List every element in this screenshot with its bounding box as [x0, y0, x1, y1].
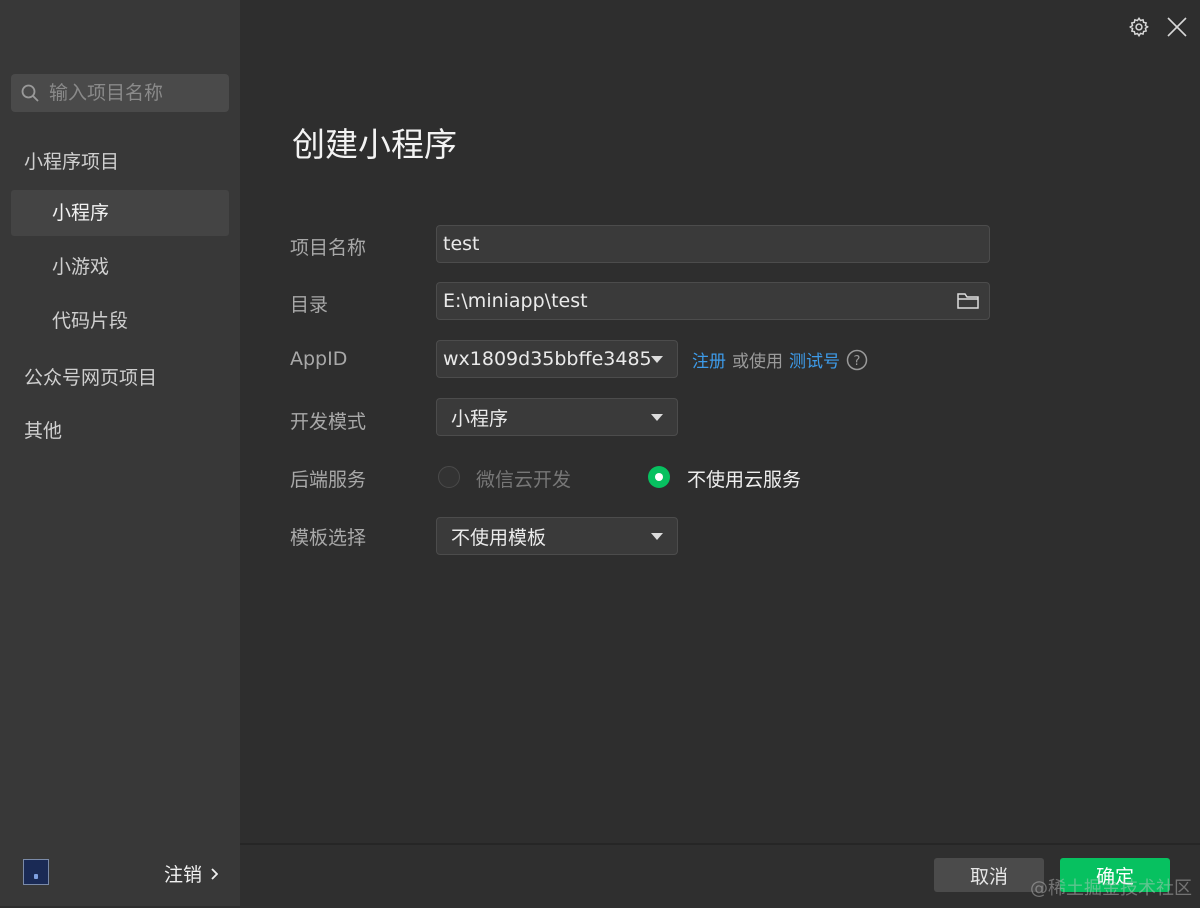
- test-account-link[interactable]: 测试号: [789, 347, 840, 372]
- radio-no-cloud-label: 不使用云服务: [687, 469, 802, 491]
- project-name-value: test: [443, 233, 480, 255]
- sidebar-group-miniprogram[interactable]: 小程序项目: [24, 147, 119, 174]
- cancel-button[interactable]: 取消: [934, 858, 1044, 892]
- sidebar-group-official-account[interactable]: 公众号网页项目: [24, 363, 157, 390]
- radio-wechat-cloud[interactable]: [438, 466, 460, 488]
- sidebar-item-label: 代码片段: [52, 310, 129, 332]
- page-title: 创建小程序: [292, 125, 457, 164]
- search-box[interactable]: [11, 74, 229, 112]
- directory-input[interactable]: E:\miniapp\test: [436, 282, 990, 320]
- radio-wechat-cloud-label: 微信云开发: [476, 469, 572, 491]
- directory-value: E:\miniapp\test: [443, 290, 588, 312]
- backend-label: 后端服务: [290, 469, 367, 491]
- close-icon[interactable]: [1166, 16, 1188, 38]
- sidebar: 小程序项目 小程序 小游戏 代码片段 公众号网页项目 其他 注销: [0, 0, 240, 906]
- sidebar-item-label: 小游戏: [52, 256, 110, 278]
- dev-mode-label: 开发模式: [290, 411, 367, 433]
- project-name-input[interactable]: test: [436, 225, 990, 263]
- search-input[interactable]: [47, 81, 221, 105]
- dev-mode-select[interactable]: 小程序: [436, 398, 678, 436]
- cancel-label: 取消: [969, 865, 1008, 888]
- chevron-right-icon: [211, 867, 219, 880]
- logout-button[interactable]: 注销: [164, 860, 219, 887]
- folder-icon[interactable]: [957, 292, 979, 310]
- avatar[interactable]: [23, 859, 49, 885]
- help-icon[interactable]: ?: [846, 349, 868, 371]
- sidebar-group-other[interactable]: 其他: [24, 416, 62, 443]
- appid-select[interactable]: wx1809d35bbffe3485: [436, 340, 678, 378]
- directory-label: 目录: [290, 294, 329, 316]
- appid-label: AppID: [290, 348, 348, 370]
- gear-icon[interactable]: [1128, 16, 1150, 38]
- project-name-label: 项目名称: [290, 237, 367, 259]
- radio-no-cloud[interactable]: [648, 466, 670, 488]
- watermark: @稀土掘金技术社区: [1030, 878, 1192, 899]
- logout-label: 注销: [164, 864, 203, 886]
- caret-down-icon: [651, 356, 663, 363]
- template-label: 模板选择: [290, 527, 367, 549]
- template-select[interactable]: 不使用模板: [436, 517, 678, 555]
- template-value: 不使用模板: [451, 526, 547, 549]
- sidebar-item-miniprogram[interactable]: 小程序: [11, 190, 229, 236]
- caret-down-icon: [651, 533, 663, 540]
- register-link[interactable]: 注册: [692, 347, 726, 372]
- main-panel: 创建小程序 项目名称 test 目录 E:\miniapp\test AppID…: [240, 0, 1200, 908]
- or-use-text: 或使用: [732, 352, 783, 372]
- appid-value: wx1809d35bbffe3485: [443, 348, 652, 370]
- dev-mode-value: 小程序: [451, 407, 509, 430]
- sidebar-item-code-snippet[interactable]: 代码片段: [11, 298, 229, 344]
- svg-text:?: ?: [854, 354, 861, 369]
- sidebar-item-label: 小程序: [52, 202, 110, 224]
- sidebar-item-minigame[interactable]: 小游戏: [11, 244, 229, 290]
- search-icon: [21, 84, 39, 102]
- caret-down-icon: [651, 414, 663, 421]
